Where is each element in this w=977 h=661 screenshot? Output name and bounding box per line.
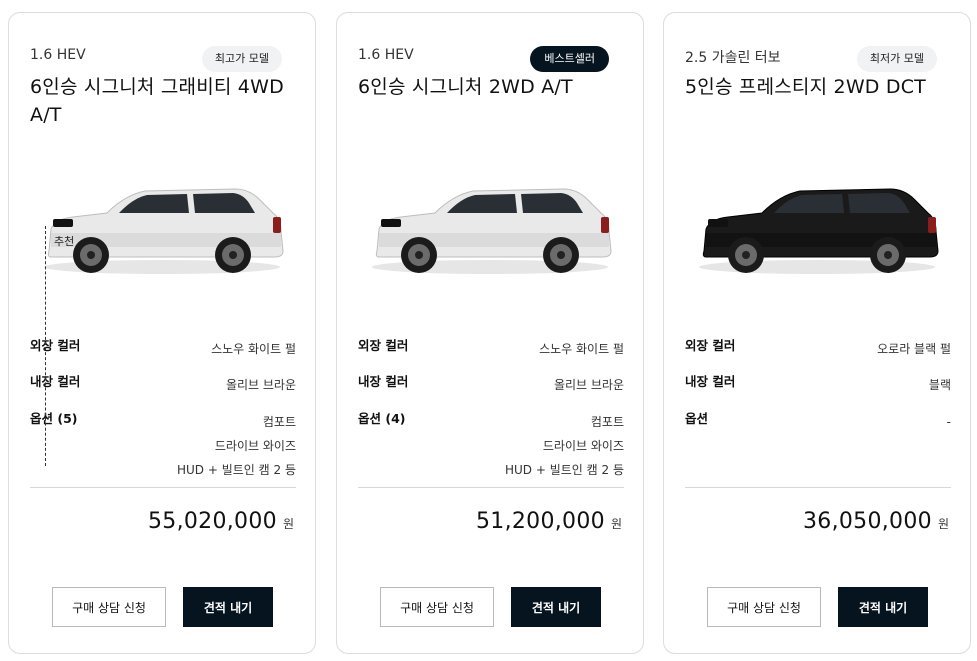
options-label: 옵션 (4) <box>358 411 406 426</box>
interior-color-value: 올리브 브라운 <box>225 378 296 392</box>
options-list: 컴포트 드라이브 와이즈 HUD + 빌트인 캠 2 등 <box>177 410 296 482</box>
trim-card-3: 2.5 가솔린 터보 최저가 모델 5인승 프레스티지 2WD DCT 외장 컬… <box>663 12 971 654</box>
car-tail-light <box>601 217 609 233</box>
interior-color-label: 내장 컬러 <box>358 374 409 389</box>
car-grille <box>381 219 401 227</box>
exterior-color-label: 외장 컬러 <box>358 338 409 353</box>
trim-card-1: 1.6 HEV 최고가 모델 6인승 시그니처 그래비티 4WD A/T 외장 … <box>8 12 316 654</box>
engine-label: 1.6 HEV <box>30 47 86 63</box>
interior-color-value: 올리브 브라운 <box>553 378 624 392</box>
option-item: 컴포트 <box>590 415 624 429</box>
spec-row-exterior: 외장 컬러 스노우 화이트 펄 <box>30 335 296 371</box>
spec-row-exterior: 외장 컬러 스노우 화이트 펄 <box>358 335 624 371</box>
exterior-color-value: 스노우 화이트 펄 <box>211 342 296 356</box>
trim-card-2: 1.6 HEV 베스트셀러 6인승 시그니처 2WD A/T 외장 컬러 스노우… <box>336 12 644 654</box>
price-value: 55,020,000 <box>147 509 277 534</box>
car-front-hub <box>87 251 95 259</box>
divider <box>30 487 296 488</box>
badge: 최저가 모델 <box>856 46 937 72</box>
trim-title: 6인승 시그니처 그래비티 4WD A/T <box>30 76 284 126</box>
interior-color-label: 내장 컬러 <box>685 374 736 389</box>
spec-list: 외장 컬러 오로라 블랙 펄 내장 컬러 블랙 옵션 - <box>685 335 951 429</box>
badge: 베스트셀러 <box>530 46 609 72</box>
car-image <box>372 188 612 274</box>
quote-button[interactable]: 견적 내기 <box>511 587 601 627</box>
price-unit: 원 <box>282 517 294 531</box>
car-rear-hub <box>884 251 892 259</box>
trim-title: 5인승 프레스티지 2WD DCT <box>685 76 926 98</box>
spec-list: 외장 컬러 스노우 화이트 펄 내장 컬러 올리브 브라운 옵션 (4) 컴포트… <box>358 335 624 477</box>
price-unit: 원 <box>937 517 949 531</box>
car-front-hub <box>742 251 750 259</box>
badge: 최고가 모델 <box>201 46 282 72</box>
price-unit: 원 <box>610 517 622 531</box>
spec-list: 외장 컬러 스노우 화이트 펄 내장 컬러 올리브 브라운 옵션 (5) 컴포트… <box>30 335 296 477</box>
consult-button[interactable]: 구매 상담 신청 <box>707 587 821 627</box>
exterior-color-value: 스노우 화이트 펄 <box>539 342 624 356</box>
consult-button[interactable]: 구매 상담 신청 <box>52 587 166 627</box>
car-rear-hub <box>557 251 565 259</box>
quote-button[interactable]: 견적 내기 <box>183 587 273 627</box>
spec-row-interior: 내장 컬러 올리브 브라운 <box>358 371 624 408</box>
exterior-color-value: 오로라 블랙 펄 <box>877 342 951 356</box>
option-item: 드라이브 와이즈 <box>542 439 624 453</box>
car-tail-light <box>273 217 281 233</box>
quote-button[interactable]: 견적 내기 <box>838 587 928 627</box>
price: 55,020,000 원 <box>148 509 294 534</box>
price: 51,200,000 원 <box>476 509 622 534</box>
spec-row-interior: 내장 컬러 올리브 브라운 <box>30 371 296 408</box>
car-tail-light <box>928 217 936 233</box>
options-label: 옵션 <box>685 411 709 426</box>
price: 36,050,000 원 <box>803 509 949 534</box>
engine-label: 1.6 HEV <box>358 47 414 63</box>
price-value: 36,050,000 <box>802 509 932 534</box>
trim-title: 6인승 시그니처 2WD A/T <box>358 76 573 98</box>
overlay-guide-line <box>45 226 59 466</box>
options-list: 컴포트 드라이브 와이즈 HUD + 빌트인 캠 2 등 <box>505 410 624 482</box>
price-value: 51,200,000 <box>475 509 605 534</box>
car-image <box>699 188 939 274</box>
spec-row-interior: 내장 컬러 블랙 <box>685 371 951 408</box>
spec-row-exterior: 외장 컬러 오로라 블랙 펄 <box>685 335 951 371</box>
car-image <box>44 188 284 274</box>
option-item: HUD + 빌트인 캠 2 등 <box>504 463 624 477</box>
divider <box>358 487 624 488</box>
engine-label: 2.5 가솔린 터보 <box>685 50 781 66</box>
option-item: - <box>946 415 951 429</box>
exterior-color-label: 외장 컬러 <box>685 338 736 353</box>
option-item: 드라이브 와이즈 <box>214 439 296 453</box>
interior-color-value: 블랙 <box>928 378 951 392</box>
overlay-label: 추천 <box>54 235 75 248</box>
option-item: HUD + 빌트인 캠 2 등 <box>176 463 296 477</box>
car-rear-hub <box>229 251 237 259</box>
car-front-hub <box>415 251 423 259</box>
consult-button[interactable]: 구매 상담 신청 <box>380 587 494 627</box>
car-grille <box>708 219 728 227</box>
option-item: 컴포트 <box>262 415 296 429</box>
divider <box>685 487 951 488</box>
options-list: - <box>947 410 951 434</box>
